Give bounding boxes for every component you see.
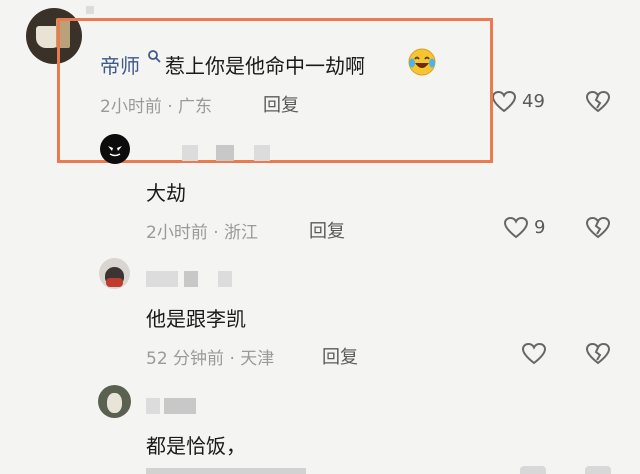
comment-content: 大劫	[146, 181, 186, 205]
comment-content: 他是跟李凯	[146, 307, 246, 331]
blurred-name	[254, 145, 270, 161]
blurred-name	[86, 6, 94, 14]
meta-dot: ·	[207, 223, 225, 243]
broken-heart-icon[interactable]	[585, 90, 611, 114]
avatar-face-icon	[108, 146, 122, 157]
avatar[interactable]	[98, 385, 131, 418]
comment-content: 都是恰饭，	[146, 434, 246, 458]
blurred-name	[146, 398, 160, 414]
blurred-name	[184, 271, 198, 287]
broken-heart-icon[interactable]	[585, 216, 611, 240]
comment-time: 52 分钟前	[146, 349, 225, 369]
comment-location: 浙江	[224, 223, 259, 243]
comment-meta: 2小时前 · 浙江	[146, 218, 258, 243]
comment-location: 天津	[240, 349, 275, 369]
blurred-name	[182, 145, 198, 161]
like-count: 9	[534, 217, 546, 238]
avatar[interactable]	[100, 134, 130, 164]
meta-dot: ·	[224, 349, 241, 369]
heart-outline-icon[interactable]	[521, 342, 547, 366]
broken-heart-icon[interactable]	[585, 466, 611, 474]
blurred-name	[216, 145, 234, 161]
reply-button[interactable]: 回复	[322, 343, 358, 369]
heart-outline-icon[interactable]	[520, 466, 546, 474]
blurred-name	[218, 271, 232, 287]
cut-off-meta-row	[146, 468, 306, 474]
avatar-shirt-shape	[106, 278, 123, 287]
blurred-name	[146, 271, 178, 287]
heart-outline-icon[interactable]	[503, 216, 529, 240]
avatar-rabbit-shape	[107, 393, 122, 413]
heart-outline-icon[interactable]	[491, 90, 517, 114]
comment-meta: 52 分钟前 · 天津	[146, 344, 274, 369]
broken-heart-icon[interactable]	[585, 342, 611, 366]
like-count: 49	[522, 91, 545, 112]
avatar[interactable]	[99, 258, 130, 289]
reply-button[interactable]: 回复	[309, 217, 345, 243]
blurred-name	[164, 398, 196, 414]
comment-time: 2小时前	[146, 223, 208, 243]
